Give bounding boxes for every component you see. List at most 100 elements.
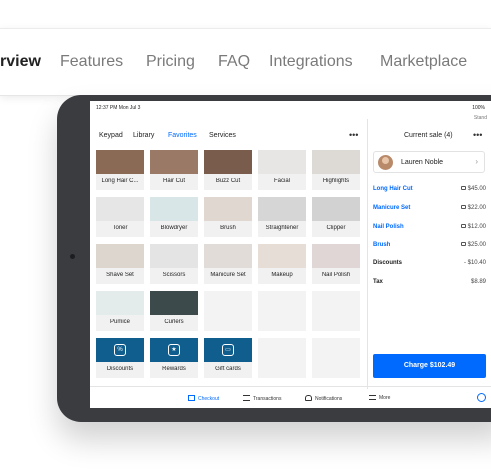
rewards-icon: ★	[168, 344, 180, 356]
rewards-tile-bg: ★	[150, 338, 198, 362]
item-label: Nail Polish	[321, 272, 351, 278]
price-value: $12.00	[467, 224, 486, 230]
chevron-right-icon: ›	[475, 157, 478, 166]
item-tile[interactable]: Curlers	[150, 291, 198, 331]
nav-integrations[interactable]: Integrations	[269, 53, 353, 71]
library-more-button[interactable]: •••	[349, 130, 358, 140]
pumice-image	[96, 291, 144, 315]
makeup-image	[258, 244, 306, 268]
tablet-camera	[70, 254, 75, 259]
item-tile[interactable]: Toner	[96, 197, 144, 237]
nail-polish-image	[312, 244, 360, 268]
tab-keypad[interactable]: Keypad	[99, 132, 123, 139]
item-tile[interactable]: Buzz Cut	[204, 150, 252, 190]
sale-line-item[interactable]: Long Hair Cut $45.00	[373, 186, 486, 196]
nav-transactions[interactable]: Transactions	[243, 395, 281, 402]
empty-tile[interactable]	[312, 338, 360, 378]
nav-marketplace[interactable]: Marketplace	[380, 53, 467, 71]
tax-value: $8.89	[470, 279, 486, 285]
line-item-name: Manicure Set	[373, 205, 411, 211]
long-hair-cut-image	[96, 150, 144, 174]
item-tile[interactable]: Scissors	[150, 244, 198, 284]
line-item-price: $12.00	[460, 224, 486, 230]
item-label: Manicure Set	[210, 272, 246, 278]
tag-icon	[460, 205, 466, 209]
discount-tile-bg: %	[96, 338, 144, 362]
gift-tile-bg: ▭	[204, 338, 252, 362]
item-tile[interactable]: Nail Polish	[312, 244, 360, 284]
item-tile[interactable]: Highlights	[312, 150, 360, 190]
nav-faq[interactable]: FAQ	[218, 53, 250, 71]
discounts-value: - $10.40	[463, 260, 486, 266]
item-tile[interactable]: Facial	[258, 150, 306, 190]
rewards-tile[interactable]: ★ Rewards	[150, 338, 198, 378]
item-tile[interactable]: Makeup	[258, 244, 306, 284]
tax-row: Tax $8.89	[373, 279, 486, 289]
status-time: 12:37 PM Mon Jul 3	[96, 105, 141, 111]
item-tile[interactable]: Straightener	[258, 197, 306, 237]
sale-line-item[interactable]: Nail Polish $12.00	[373, 224, 486, 234]
line-item-price: $22.00	[460, 205, 486, 211]
item-tile[interactable]: Long Hair C...	[96, 150, 144, 190]
item-tile[interactable]: Shave Set	[96, 244, 144, 284]
item-tile[interactable]: Manicure Set	[204, 244, 252, 284]
tag-icon	[460, 242, 466, 246]
item-label: Discounts	[106, 366, 134, 372]
item-label: Rewards	[162, 366, 186, 372]
item-label: Shave Set	[106, 272, 134, 278]
tag-icon	[460, 224, 466, 228]
panel-divider	[367, 119, 368, 389]
item-label: Brush	[220, 225, 236, 231]
item-tile[interactable]: Clipper	[312, 197, 360, 237]
nav-overview[interactable]: rview	[0, 53, 41, 71]
tag-icon	[460, 186, 466, 190]
empty-tile[interactable]	[258, 338, 306, 378]
line-item-name: Nail Polish	[373, 224, 404, 230]
clock-icon[interactable]	[477, 393, 486, 402]
sale-line-item[interactable]: Brush $25.00	[373, 242, 486, 252]
discounts-tile[interactable]: % Discounts	[96, 338, 144, 378]
gift-cards-tile[interactable]: ▭ Gift cards	[204, 338, 252, 378]
item-tile[interactable]: Pumice	[96, 291, 144, 331]
sale-more-button[interactable]: •••	[473, 130, 482, 140]
price-value: $22.00	[467, 205, 486, 211]
item-tile[interactable]: Blowdryer	[150, 197, 198, 237]
tab-services[interactable]: Services	[209, 132, 236, 139]
empty-tile[interactable]	[204, 291, 252, 331]
item-label: Toner	[112, 225, 128, 231]
blowdryer-image	[150, 197, 198, 221]
item-tile[interactable]: Brush	[204, 197, 252, 237]
tab-library[interactable]: Library	[133, 132, 154, 139]
nav-notifications[interactable]: Notifications	[305, 395, 342, 402]
status-bar: 12:37 PM Mon Jul 3 100%	[90, 101, 491, 113]
nav-more-label: More	[379, 395, 391, 401]
bottom-nav: Checkout Transactions Notifications More	[90, 386, 491, 408]
transactions-icon	[243, 395, 250, 401]
empty-tile[interactable]	[312, 291, 360, 331]
manicure-set-image	[204, 244, 252, 268]
price-value: $45.00	[467, 186, 486, 192]
nav-checkout-label: Checkout	[198, 396, 220, 402]
item-label: Clipper	[326, 225, 346, 231]
item-label: Facial	[273, 178, 290, 184]
item-tile[interactable]: Hair Cut	[150, 150, 198, 190]
charge-button[interactable]: Charge $102.49	[373, 354, 486, 378]
tab-favorites[interactable]: Favorites	[168, 132, 197, 139]
line-item-name: Long Hair Cut	[373, 186, 413, 192]
item-label: Straightener	[265, 225, 299, 231]
current-sale-title: Current sale (4)	[404, 132, 453, 139]
nav-transactions-label: Transactions	[253, 396, 282, 402]
scissors-image	[150, 244, 198, 268]
price-value: $25.00	[467, 242, 486, 248]
nav-features[interactable]: Features	[60, 53, 123, 71]
item-label: Pumice	[109, 319, 130, 325]
nav-more[interactable]: More	[369, 395, 390, 401]
customer-card[interactable]: Lauren Noble ›	[373, 151, 485, 173]
item-label: Gift cards	[215, 366, 241, 372]
empty-tile[interactable]	[258, 291, 306, 331]
item-label: Scissors	[162, 272, 186, 278]
nav-checkout[interactable]: Checkout	[188, 395, 219, 402]
sale-line-item[interactable]: Manicure Set $22.00	[373, 205, 486, 215]
site-nav: rview Features Pricing FAQ Integrations …	[0, 28, 491, 96]
nav-pricing[interactable]: Pricing	[146, 53, 195, 71]
